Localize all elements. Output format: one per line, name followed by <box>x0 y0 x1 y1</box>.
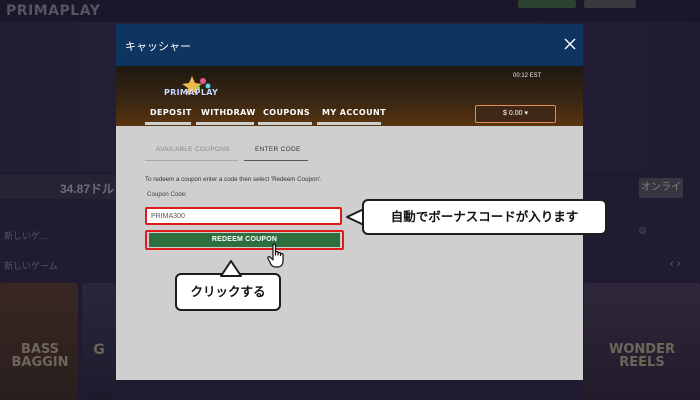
coupon-code-input[interactable] <box>145 207 342 225</box>
click-callout: クリックする <box>175 273 281 311</box>
tab-my-account[interactable]: MY ACCOUNT <box>322 108 386 117</box>
subtab-available-coupons[interactable]: AVAILABLE COUPONS <box>156 146 230 153</box>
balance-dropdown[interactable]: $ 0.00 ▾ <box>475 105 556 123</box>
hand-pointer-icon <box>267 243 284 268</box>
subtab-enter-code[interactable]: ENTER CODE <box>255 146 301 153</box>
tab-withdraw[interactable]: WITHDRAW <box>201 108 256 117</box>
tab-coupons[interactable]: COUPONS <box>263 108 310 117</box>
tab-underline <box>317 122 381 125</box>
subtab-underline-active <box>244 160 308 161</box>
auto-input-callout: 自動でボーナスコードが入ります <box>362 199 607 235</box>
coupon-code-label: Coupon Code: <box>147 191 187 198</box>
brand-name: PRIMAPLAY <box>164 88 219 97</box>
tab-underline <box>145 122 191 125</box>
modal-title: キャッシャー <box>125 40 191 53</box>
tab-underline <box>196 122 254 125</box>
callout-pointer-icon <box>220 260 242 277</box>
clock-display: 00:12 EST <box>513 73 542 79</box>
tab-deposit[interactable]: DEPOSIT <box>150 108 192 117</box>
redeem-instructions: To redeem a coupon enter a code then sel… <box>145 176 322 183</box>
tab-underline <box>258 122 312 125</box>
modal-titlebar: キャッシャー <box>116 24 583 66</box>
redeem-coupon-button[interactable]: REDEEM COUPON <box>149 233 340 247</box>
close-icon[interactable] <box>563 37 577 51</box>
subtab-underline <box>145 160 238 161</box>
